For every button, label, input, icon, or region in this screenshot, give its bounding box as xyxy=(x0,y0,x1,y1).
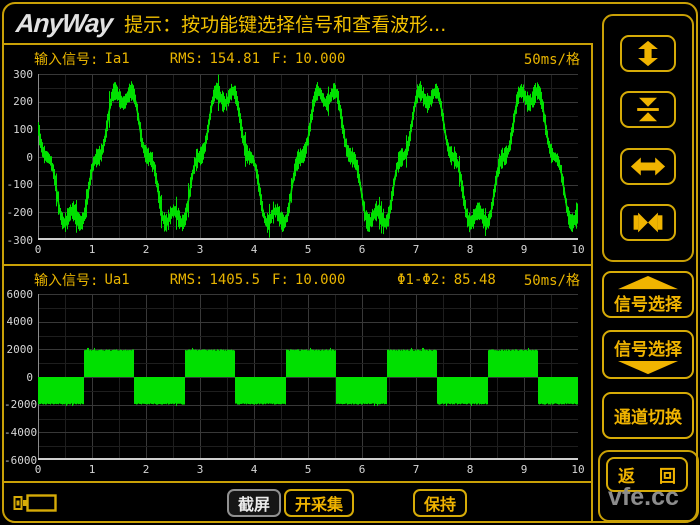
x-tick-label: 2 xyxy=(137,463,155,476)
signal-label: 输入信号: xyxy=(34,49,98,69)
panel-header-ua1: 输入信号: Ua1 RMS: 1405.5 F: 10.000 Φ1-Φ2: 8… xyxy=(34,270,580,290)
rms-label: RMS: xyxy=(170,51,204,67)
rms-value: 1405.5 xyxy=(209,272,260,288)
x-tick-label: 6 xyxy=(353,243,371,256)
timebase: 50ms/格 xyxy=(524,49,580,69)
x-tick-label: 5 xyxy=(299,243,317,256)
horizontal-expand-button[interactable] xyxy=(620,148,676,185)
phase-label: Φ1-Φ2: xyxy=(397,272,448,288)
status-hint: 提示：按功能键选择信号和查看波形... xyxy=(124,10,446,37)
x-tick-label: 7 xyxy=(407,243,425,256)
brand-logo: AnyWay xyxy=(15,8,113,39)
hold-button[interactable]: 保持 xyxy=(413,489,467,517)
horizontal-compress-button[interactable] xyxy=(620,204,676,241)
y-tick-label: 200 xyxy=(4,95,33,108)
vertical-expand-button[interactable] xyxy=(620,35,676,72)
horizontal-compress-icon xyxy=(629,209,667,236)
timebase: 50ms/格 xyxy=(524,270,580,290)
y-tick-label: 6000 xyxy=(4,288,33,301)
x-tick-label: 0 xyxy=(29,463,47,476)
x-tick-label: 8 xyxy=(461,243,479,256)
start-acquire-label: 开采集 xyxy=(295,491,343,515)
signal-select-down-button[interactable]: 信号选择 xyxy=(602,330,694,379)
freq-label: F: xyxy=(272,272,289,288)
signal-label: 输入信号: xyxy=(34,270,98,290)
x-tick-label: 9 xyxy=(515,243,533,256)
channel-switch-button[interactable]: 通道切换 xyxy=(602,392,694,439)
x-tick-label: 10 xyxy=(569,243,587,256)
y-tick-label: 100 xyxy=(4,123,33,136)
x-tick-label: 4 xyxy=(245,463,263,476)
hold-label: 保持 xyxy=(424,491,456,515)
signal-value: Ua1 xyxy=(104,272,129,288)
x-tick-label: 2 xyxy=(137,243,155,256)
waveform-panel-ua1: 输入信号: Ua1 RMS: 1405.5 F: 10.000 Φ1-Φ2: 8… xyxy=(4,267,592,486)
horizontal-expand-icon xyxy=(629,153,667,180)
channel-switch-label: 通道切换 xyxy=(614,403,682,428)
freq-value: 10.000 xyxy=(295,272,346,288)
waveform-panel-ia1: 输入信号: Ia1 RMS: 154.81 F: 10.000 50ms/格 3… xyxy=(4,46,592,265)
watermark: vfe.cc xyxy=(608,483,679,512)
y-tick-label: -2000 xyxy=(4,398,33,411)
y-tick-label: 0 xyxy=(4,151,33,164)
x-tick-label: 6 xyxy=(353,463,371,476)
panel-header-ia1: 输入信号: Ia1 RMS: 154.81 F: 10.000 50ms/格 xyxy=(34,49,580,69)
vertical-compress-icon xyxy=(629,96,667,123)
y-tick-label: -100 xyxy=(4,178,33,191)
x-tick-label: 7 xyxy=(407,463,425,476)
vertical-compress-button[interactable] xyxy=(620,91,676,128)
start-acquire-button[interactable]: 开采集 xyxy=(284,489,354,517)
triangle-down-icon xyxy=(615,360,681,375)
vertical-expand-icon xyxy=(629,40,667,67)
y-tick-label: 0 xyxy=(4,371,33,384)
signal-select-down-label: 信号选择 xyxy=(614,335,682,360)
signal-select-up-button[interactable]: 信号选择 xyxy=(602,271,694,318)
x-tick-label: 3 xyxy=(191,243,209,256)
x-tick-label: 8 xyxy=(461,463,479,476)
freq-value: 10.000 xyxy=(295,51,346,67)
x-tick-label: 1 xyxy=(83,463,101,476)
screenshot-button[interactable]: 截屏 xyxy=(227,489,281,517)
y-tick-label: 2000 xyxy=(4,343,33,356)
y-tick-label: -200 xyxy=(4,206,33,219)
x-tick-label: 1 xyxy=(83,243,101,256)
freq-label: F: xyxy=(272,51,289,67)
x-tick-label: 0 xyxy=(29,243,47,256)
signal-select-up-label: 信号选择 xyxy=(614,290,682,315)
device-screen: AnyWay 提示：按功能键选择信号和查看波形... 输入信号: Ia1 RMS… xyxy=(0,0,700,525)
x-tick-label: 9 xyxy=(515,463,533,476)
rms-value: 154.81 xyxy=(209,51,260,67)
waveform-canvas-ua1 xyxy=(38,294,578,460)
scale-button-group xyxy=(602,14,694,262)
phase-value: 85.48 xyxy=(454,272,496,288)
x-tick-label: 4 xyxy=(245,243,263,256)
triangle-up-icon xyxy=(615,275,681,290)
y-tick-label: -4000 xyxy=(4,426,33,439)
rms-label: RMS: xyxy=(170,272,204,288)
battery-icon xyxy=(13,492,59,514)
x-tick-label: 10 xyxy=(569,463,587,476)
x-tick-label: 5 xyxy=(299,463,317,476)
y-tick-label: 300 xyxy=(4,68,33,81)
x-tick-label: 3 xyxy=(191,463,209,476)
waveform-canvas-ia1 xyxy=(38,74,578,240)
signal-value: Ia1 xyxy=(104,51,129,67)
y-tick-label: 4000 xyxy=(4,315,33,328)
title-bar: AnyWay 提示：按功能键选择信号和查看波形... xyxy=(4,4,591,45)
screenshot-label: 截屏 xyxy=(238,491,270,515)
